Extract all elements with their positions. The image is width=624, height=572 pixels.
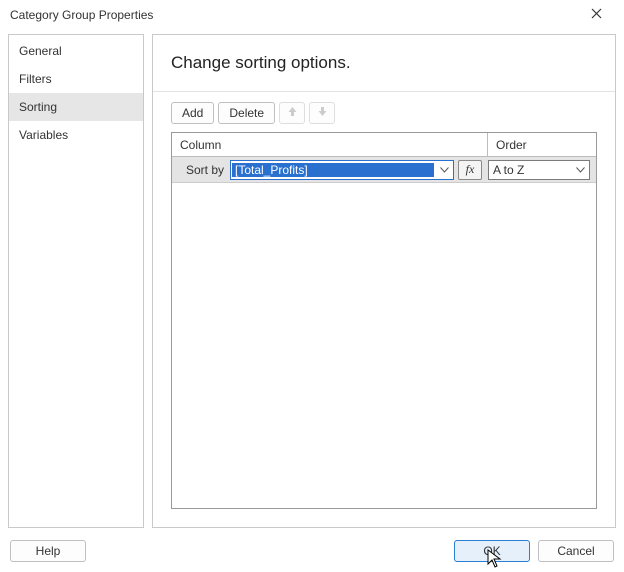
- grid-header: Column Order: [172, 133, 596, 157]
- expression-fx-button[interactable]: fx: [458, 160, 482, 180]
- toolbar: Add Delete: [153, 92, 615, 132]
- titlebar: Category Group Properties: [0, 0, 624, 30]
- sort-order-value: A to Z: [489, 163, 571, 177]
- close-icon: [591, 8, 602, 22]
- fx-icon: fx: [466, 162, 475, 177]
- sidebar-item-general[interactable]: General: [9, 37, 143, 65]
- sidebar: General Filters Sorting Variables: [8, 34, 144, 528]
- dialog-footer: Help OK Cancel: [0, 534, 624, 570]
- sidebar-item-label: Sorting: [19, 100, 57, 114]
- close-button[interactable]: [576, 1, 616, 29]
- add-button[interactable]: Add: [171, 102, 214, 124]
- grid-header-order: Order: [488, 133, 596, 156]
- sort-by-label: Sort by: [172, 163, 230, 177]
- sidebar-item-label: Variables: [19, 128, 68, 142]
- delete-button[interactable]: Delete: [218, 102, 275, 124]
- grid-header-column: Column: [172, 133, 488, 156]
- main-panel: Change sorting options. Add Delete: [152, 34, 616, 528]
- sort-order-combo[interactable]: A to Z: [488, 160, 590, 180]
- sidebar-item-variables[interactable]: Variables: [9, 121, 143, 149]
- sort-expression-value: [Total_Profits]: [232, 163, 434, 177]
- move-up-button[interactable]: [279, 102, 305, 124]
- chevron-down-icon: [571, 167, 589, 173]
- sort-grid: Column Order Sort by [Total_Profits] fx: [171, 132, 597, 509]
- sidebar-item-filters[interactable]: Filters: [9, 65, 143, 93]
- window-title: Category Group Properties: [10, 8, 153, 22]
- sidebar-item-label: Filters: [19, 72, 52, 86]
- ok-button[interactable]: OK: [454, 540, 530, 562]
- arrow-down-icon: [317, 106, 328, 120]
- sidebar-item-label: General: [19, 44, 62, 58]
- help-button[interactable]: Help: [10, 540, 86, 562]
- cancel-button[interactable]: Cancel: [538, 540, 614, 562]
- chevron-down-icon: [435, 167, 453, 173]
- grid-row: Sort by [Total_Profits] fx A to Z: [172, 157, 596, 183]
- arrow-up-icon: [287, 106, 298, 120]
- page-title: Change sorting options.: [171, 53, 597, 73]
- sidebar-item-sorting[interactable]: Sorting: [9, 93, 143, 121]
- sort-expression-combo[interactable]: [Total_Profits]: [230, 160, 454, 180]
- move-down-button[interactable]: [309, 102, 335, 124]
